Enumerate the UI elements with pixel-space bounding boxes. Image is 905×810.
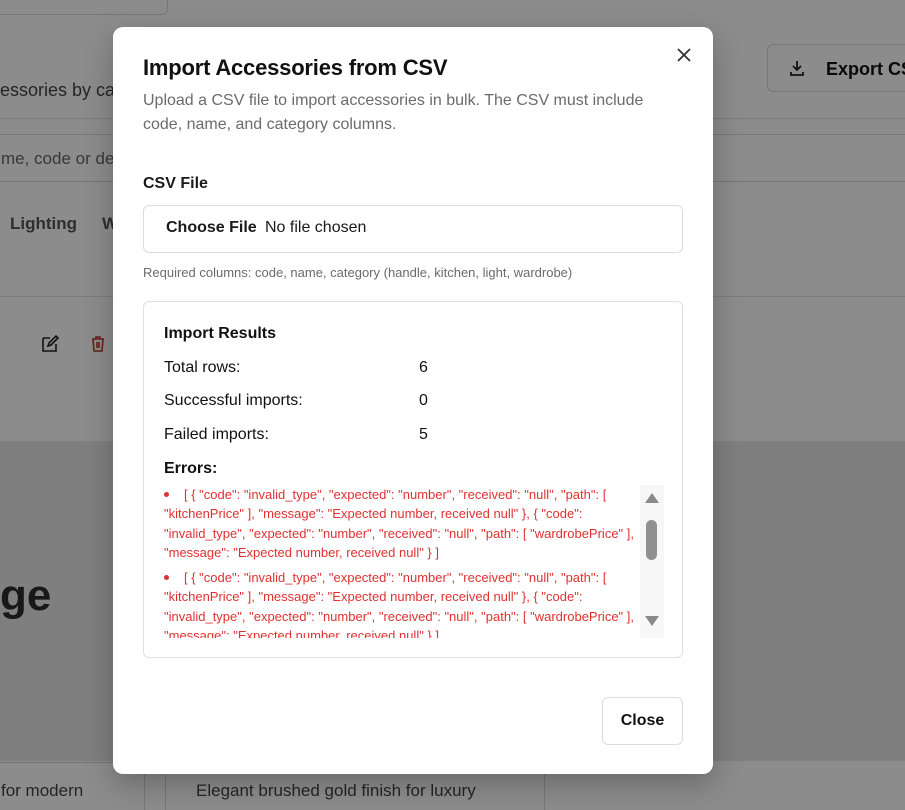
total-rows-label: Total rows:: [164, 359, 241, 376]
dialog-description: Upload a CSV file to import accessories …: [143, 92, 644, 133]
scroll-down-arrow-icon[interactable]: [645, 616, 659, 626]
import-dialog: Import Accessories from CSV Upload a CSV…: [113, 27, 713, 774]
failed-imports-value: 5: [419, 426, 428, 443]
choose-file-button[interactable]: Choose File: [166, 219, 257, 237]
bullet-icon: [164, 575, 169, 581]
successful-imports-value: 0: [419, 392, 428, 409]
file-status: No file chosen: [265, 219, 367, 236]
import-results-title: Import Results: [164, 325, 277, 342]
total-rows-value: 6: [419, 359, 428, 376]
error-text: [ { "code": "invalid_type", "expected": …: [164, 570, 634, 638]
required-columns-hint: Required columns: code, name, category (…: [143, 265, 573, 280]
import-results-panel: Import Results Total rows: 6 Successful …: [143, 301, 683, 658]
close-button[interactable]: Close: [602, 697, 683, 745]
csv-file-input[interactable]: Choose File No file chosen: [143, 205, 683, 253]
successful-imports-label: Successful imports:: [164, 392, 303, 409]
errors-list[interactable]: [ { "code": "invalid_type", "expected": …: [164, 485, 664, 638]
dialog-title: Import Accessories from CSV: [143, 55, 448, 80]
failed-imports-label: Failed imports:: [164, 426, 269, 443]
error-text: [ { "code": "invalid_type", "expected": …: [164, 487, 634, 560]
scroll-up-arrow-icon[interactable]: [645, 493, 659, 503]
bullet-icon: [164, 492, 169, 497]
error-item: [ { "code": "invalid_type", "expected": …: [164, 568, 634, 638]
errors-scrollbar[interactable]: [640, 485, 664, 638]
errors-title: Errors:: [164, 460, 218, 477]
csv-file-label: CSV File: [143, 175, 208, 192]
scrollbar-thumb[interactable]: [646, 520, 657, 560]
close-icon[interactable]: [673, 45, 695, 67]
error-item: [ { "code": "invalid_type", "expected": …: [164, 485, 634, 562]
